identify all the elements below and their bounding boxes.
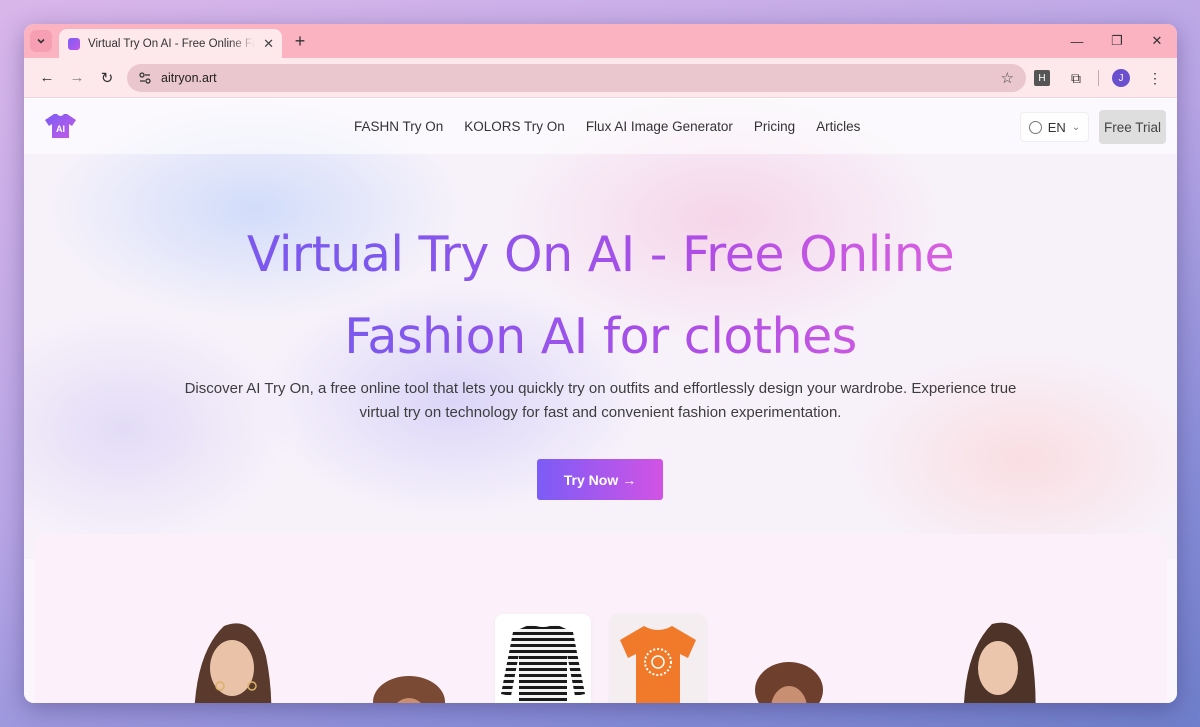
model-photo-4	[964, 622, 1036, 703]
browser-menu-icon[interactable]: ⋮	[1141, 64, 1169, 92]
chevron-down-icon	[37, 38, 45, 44]
tshirt-logo-icon: AI	[45, 114, 76, 138]
striped-sweater-product[interactable]	[495, 614, 591, 703]
profile-button[interactable]: J	[1107, 64, 1135, 92]
nav-kolors-try-on[interactable]: KOLORS Try On	[464, 119, 565, 134]
h-extension-icon: H	[1034, 70, 1050, 86]
arrow-right-icon: →	[622, 471, 637, 488]
globe-icon	[1028, 120, 1042, 134]
extension-h-button[interactable]: H	[1028, 64, 1056, 92]
toolbar-actions: H ⧉ J ⋮	[1028, 64, 1169, 92]
svg-text:AI: AI	[56, 124, 65, 134]
hero-title-line-2: Fashion AI for clothes	[344, 308, 857, 365]
language-selector[interactable]: EN ⌄	[1020, 112, 1089, 142]
nav-pricing[interactable]: Pricing	[754, 119, 795, 134]
hero-title: Virtual Try On AI - Free Online Fashion …	[24, 214, 1177, 378]
model-photo-1	[194, 623, 272, 703]
address-bar[interactable]: aitryon.art ☆	[127, 64, 1026, 92]
back-button[interactable]: ←	[32, 64, 62, 92]
orange-tshirt-product[interactable]	[610, 614, 706, 703]
free-trial-button[interactable]: Free Trial	[1099, 110, 1166, 144]
close-window-button[interactable]: ✕	[1137, 24, 1177, 58]
browser-window: Virtual Try On AI - Free Online Fashion …	[24, 24, 1177, 703]
extensions-puzzle-icon[interactable]: ⧉	[1062, 64, 1090, 92]
tab-title: Virtual Try On AI - Free Online Fashion …	[88, 37, 255, 50]
site-header: AI FASHN Try On KOLORS Try On Flux AI Im…	[24, 99, 1177, 154]
try-now-button[interactable]: Try Now →	[537, 459, 663, 500]
toolbar-divider	[1098, 70, 1099, 86]
window-controls: — ❐ ✕	[1057, 24, 1177, 58]
site-info-icon[interactable]	[137, 70, 153, 86]
showcase-panel	[34, 534, 1167, 703]
hero-description: Discover AI Try On, a free online tool t…	[184, 380, 1017, 421]
site-logo[interactable]: AI	[44, 112, 77, 140]
orange-tshirt-image	[620, 626, 696, 703]
try-now-label: Try Now	[563, 471, 619, 488]
minimize-button[interactable]: —	[1057, 24, 1097, 58]
language-code: EN	[1047, 119, 1066, 135]
avatar: J	[1112, 69, 1130, 87]
web-page: AI FASHN Try On KOLORS Try On Flux AI Im…	[24, 99, 1177, 703]
maximize-button[interactable]: ❐	[1097, 24, 1137, 58]
tab-close-icon[interactable]: ✕	[263, 36, 274, 52]
active-tab[interactable]: Virtual Try On AI - Free Online Fashion …	[59, 29, 282, 58]
reload-button[interactable]: ↻	[92, 64, 122, 92]
nav-articles[interactable]: Articles	[816, 119, 860, 134]
hero-title-line-1: Virtual Try On AI - Free Online	[246, 226, 955, 283]
tab-strip: Virtual Try On AI - Free Online Fashion …	[24, 24, 1177, 58]
browser-toolbar: ← → ↻ aitryon.art ☆ H ⧉ J ⋮	[24, 58, 1177, 98]
striped-sweater-image	[501, 624, 585, 703]
url-text[interactable]: aitryon.art	[161, 71, 1001, 85]
nav-fashn-try-on[interactable]: FASHN Try On	[354, 119, 443, 134]
bookmark-star-icon[interactable]: ☆	[1001, 69, 1014, 87]
model-photo-3	[755, 662, 823, 703]
chevron-down-icon: ⌄	[1071, 121, 1081, 133]
model-photo-2	[373, 676, 445, 703]
site-favicon-icon	[68, 37, 80, 50]
tab-search-button[interactable]	[30, 30, 52, 52]
main-nav: FASHN Try On KOLORS Try On Flux AI Image…	[354, 99, 860, 154]
forward-button[interactable]: →	[62, 64, 92, 92]
nav-flux-ai-image-generator[interactable]: Flux AI Image Generator	[586, 119, 733, 134]
new-tab-button[interactable]: +	[290, 31, 310, 52]
